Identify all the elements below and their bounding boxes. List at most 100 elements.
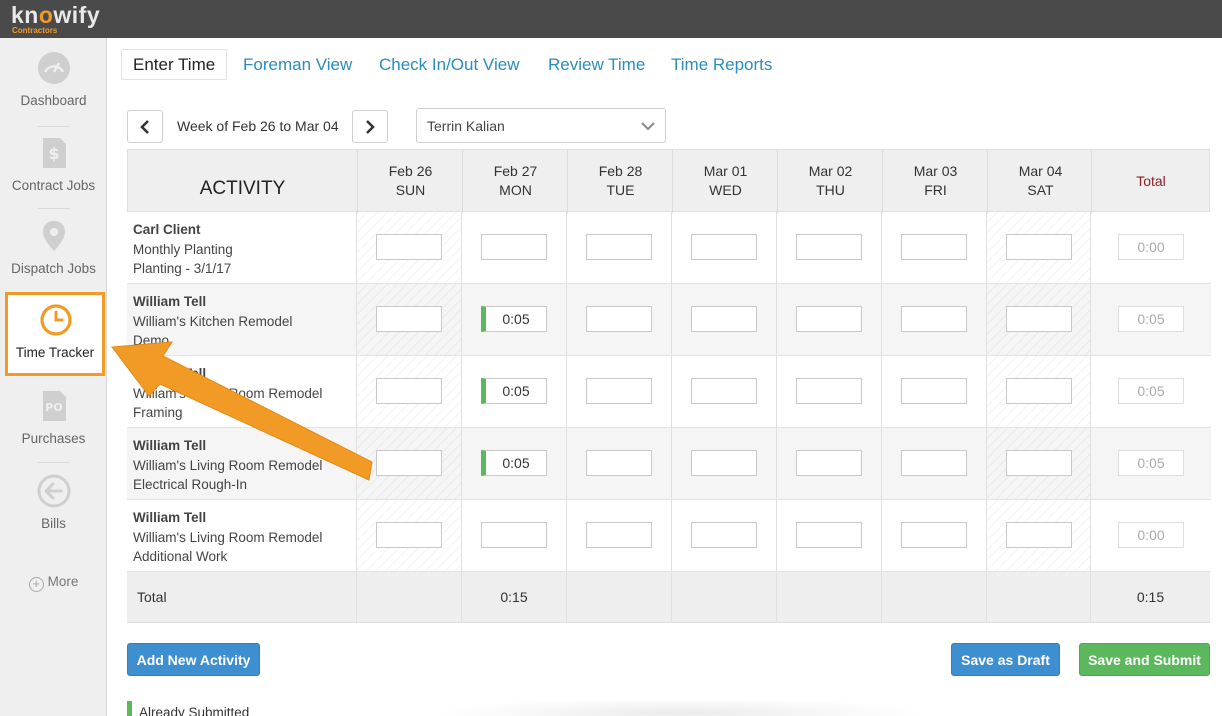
time-input[interactable] bbox=[796, 234, 862, 260]
row-total-cell: 0:05 bbox=[1090, 284, 1210, 355]
clock-icon bbox=[40, 304, 72, 336]
time-input[interactable] bbox=[691, 378, 757, 404]
day-date: Mar 04 bbox=[1018, 163, 1063, 179]
employee-select-value: Terrin Kalian bbox=[427, 118, 505, 134]
time-input[interactable] bbox=[481, 234, 547, 260]
time-input[interactable] bbox=[586, 450, 652, 476]
sidebar-item-bills[interactable]: Bills bbox=[0, 463, 107, 547]
time-input[interactable] bbox=[901, 234, 967, 260]
map-pin-icon bbox=[43, 221, 65, 251]
time-input[interactable] bbox=[901, 306, 967, 332]
time-input[interactable] bbox=[376, 522, 442, 548]
sidebar-item-label: Time Tracker bbox=[15, 345, 95, 360]
more-label: More bbox=[47, 574, 79, 589]
knowify-logo[interactable]: knowify Contractors bbox=[11, 3, 100, 35]
time-input[interactable]: 0:05 bbox=[481, 306, 547, 332]
row-total: 0:05 bbox=[1118, 450, 1184, 476]
day-cell bbox=[986, 500, 1091, 571]
arrow-left-circle-icon bbox=[37, 474, 71, 508]
day-cell bbox=[986, 212, 1091, 283]
day-total: 0:15 bbox=[461, 572, 566, 623]
time-input[interactable] bbox=[481, 522, 547, 548]
row-total-cell: 0:05 bbox=[1090, 428, 1210, 499]
sidebar-item-label: Dashboard bbox=[20, 93, 87, 108]
submitted-color-swatch bbox=[127, 701, 132, 716]
sidebar-item-dashboard[interactable]: Dashboard bbox=[0, 40, 107, 124]
time-input[interactable]: 0:05 bbox=[481, 378, 547, 404]
save-as-draft-button[interactable]: Save as Draft bbox=[951, 643, 1060, 676]
time-input[interactable] bbox=[1006, 306, 1072, 332]
tab-foreman-view[interactable]: Foreman View bbox=[243, 50, 352, 81]
shadow bbox=[430, 698, 930, 716]
day-cell bbox=[776, 428, 881, 499]
time-input[interactable] bbox=[376, 378, 442, 404]
sidebar-item-label: Bills bbox=[41, 516, 66, 531]
time-input[interactable] bbox=[376, 450, 442, 476]
time-input[interactable] bbox=[1006, 378, 1072, 404]
time-input[interactable] bbox=[376, 234, 442, 260]
day-cell bbox=[566, 212, 671, 283]
time-input[interactable] bbox=[691, 306, 757, 332]
time-input[interactable] bbox=[901, 450, 967, 476]
day-total bbox=[566, 572, 671, 623]
day-cell bbox=[881, 212, 986, 283]
time-input[interactable] bbox=[586, 378, 652, 404]
time-input[interactable] bbox=[376, 306, 442, 332]
active-caret bbox=[92, 314, 102, 332]
time-input[interactable] bbox=[691, 450, 757, 476]
sidebar-item-purchases[interactable]: PO Purchases bbox=[0, 378, 107, 462]
dollar-document-icon: $ bbox=[43, 138, 66, 168]
day-date: Mar 03 bbox=[913, 163, 958, 179]
day-cell bbox=[461, 500, 566, 571]
day-cell bbox=[881, 500, 986, 571]
save-and-submit-button[interactable]: Save and Submit bbox=[1079, 643, 1210, 676]
time-input[interactable] bbox=[1006, 234, 1072, 260]
day-date: Feb 27 bbox=[493, 163, 538, 179]
table-row: William Tell William's Living Room Remode… bbox=[127, 428, 1211, 500]
time-input[interactable]: 0:05 bbox=[481, 450, 547, 476]
activity-task: Electrical Rough-In bbox=[133, 477, 248, 492]
time-input[interactable] bbox=[586, 234, 652, 260]
sidebar-item-time-tracker[interactable]: Time Tracker bbox=[5, 292, 105, 376]
time-input[interactable] bbox=[901, 522, 967, 548]
time-input[interactable] bbox=[796, 450, 862, 476]
activity-client: William Tell bbox=[133, 366, 207, 381]
time-input[interactable] bbox=[586, 306, 652, 332]
total-header: Total bbox=[1091, 150, 1210, 213]
time-input[interactable] bbox=[691, 234, 757, 260]
activity-task: Additional Work bbox=[133, 549, 228, 564]
day-header: Mar 02 THU bbox=[777, 150, 882, 213]
time-input[interactable] bbox=[1006, 522, 1072, 548]
gauge-icon bbox=[38, 52, 70, 84]
next-week-button[interactable] bbox=[352, 110, 388, 143]
totals-label: Total bbox=[137, 589, 167, 605]
time-input[interactable] bbox=[901, 378, 967, 404]
employee-select[interactable]: Terrin Kalian bbox=[416, 108, 666, 143]
time-input[interactable] bbox=[691, 522, 757, 548]
logo-accent-letter: o bbox=[38, 2, 54, 28]
sidebar-item-dispatch-jobs[interactable]: Dispatch Jobs bbox=[0, 208, 107, 292]
activity-task: Demo bbox=[133, 333, 170, 348]
sidebar-more[interactable]: + More bbox=[0, 574, 107, 592]
time-input[interactable] bbox=[586, 522, 652, 548]
tab-enter-time[interactable]: Enter Time bbox=[121, 49, 228, 80]
activity-job: William's Living Room Remodel bbox=[133, 385, 323, 401]
previous-week-button[interactable] bbox=[127, 110, 163, 143]
time-input[interactable] bbox=[796, 522, 862, 548]
tab-review-time[interactable]: Review Time bbox=[548, 50, 645, 81]
time-input[interactable] bbox=[796, 378, 862, 404]
tab-check-in-out-view[interactable]: Check In/Out View bbox=[379, 50, 519, 81]
time-input[interactable] bbox=[1006, 450, 1072, 476]
table-row: Carl Client Monthly Planting Planting - 3/… bbox=[127, 212, 1211, 284]
time-input[interactable] bbox=[796, 306, 862, 332]
day-cell bbox=[986, 428, 1091, 499]
day-cell bbox=[461, 212, 566, 283]
day-cell bbox=[776, 284, 881, 355]
day-cell bbox=[776, 500, 881, 571]
table-header: ACTIVITY Feb 26 SUN Feb 27 MON Feb 28 TUE Mar … bbox=[127, 149, 1210, 213]
add-new-activity-button[interactable]: Add New Activity bbox=[127, 643, 260, 676]
day-header: Feb 27 MON bbox=[462, 150, 567, 213]
activity-cell: Carl Client Monthly Planting Planting - 3/… bbox=[133, 220, 353, 279]
tab-time-reports[interactable]: Time Reports bbox=[671, 50, 772, 81]
sidebar-item-contract-jobs[interactable]: $ Contract Jobs bbox=[0, 125, 107, 209]
